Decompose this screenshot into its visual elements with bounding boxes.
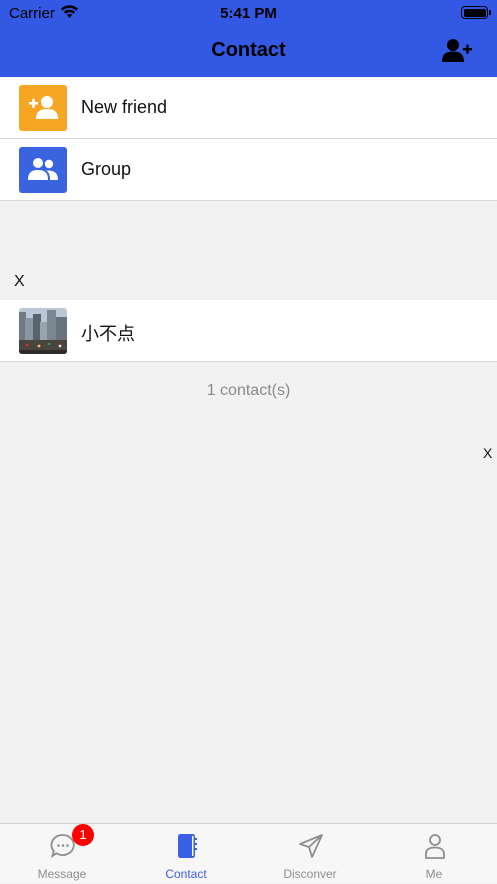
section-header-letter: X <box>14 273 25 290</box>
tab-me[interactable]: Me <box>372 824 496 884</box>
paper-plane-icon <box>299 834 323 858</box>
contact-row[interactable]: 小不点 <box>0 300 497 362</box>
page-title: Contact <box>211 39 286 61</box>
tab-bar: 1 Message Contact Disconver Me <box>0 823 497 883</box>
tab-message[interactable]: 1 Message <box>0 824 124 884</box>
tab-contact[interactable]: Contact <box>124 824 248 884</box>
group-row[interactable]: Group <box>0 139 497 201</box>
group-icon <box>19 147 67 193</box>
contact-avatar <box>19 308 67 354</box>
tab-discover[interactable]: Disconver <box>248 824 372 884</box>
contact-count: 1 contact(s) <box>206 382 291 399</box>
contact-book-icon <box>178 834 197 858</box>
add-friend-icon <box>19 85 67 131</box>
tab-message-label: Message <box>37 867 87 881</box>
clock-time: 5:41 PM <box>220 5 277 22</box>
index-bar-letter[interactable]: X <box>483 445 492 461</box>
tab-discover-label: Disconver <box>283 867 337 881</box>
battery-icon <box>461 6 491 19</box>
contact-name: 小不点 <box>81 324 135 344</box>
tab-me-label: Me <box>425 867 443 881</box>
tab-contact-label: Contact <box>165 867 207 881</box>
status-bar: Carrier 5:41 PM <box>0 0 497 26</box>
new-friend-label: New friend <box>81 97 168 117</box>
person-icon <box>425 834 445 859</box>
add-user-icon[interactable] <box>442 38 472 64</box>
new-friend-row[interactable]: New friend <box>0 77 497 139</box>
navigation-header: Carrier 5:41 PM Contact <box>0 0 497 77</box>
unread-badge: 1 <box>72 824 94 846</box>
group-label: Group <box>81 159 132 179</box>
